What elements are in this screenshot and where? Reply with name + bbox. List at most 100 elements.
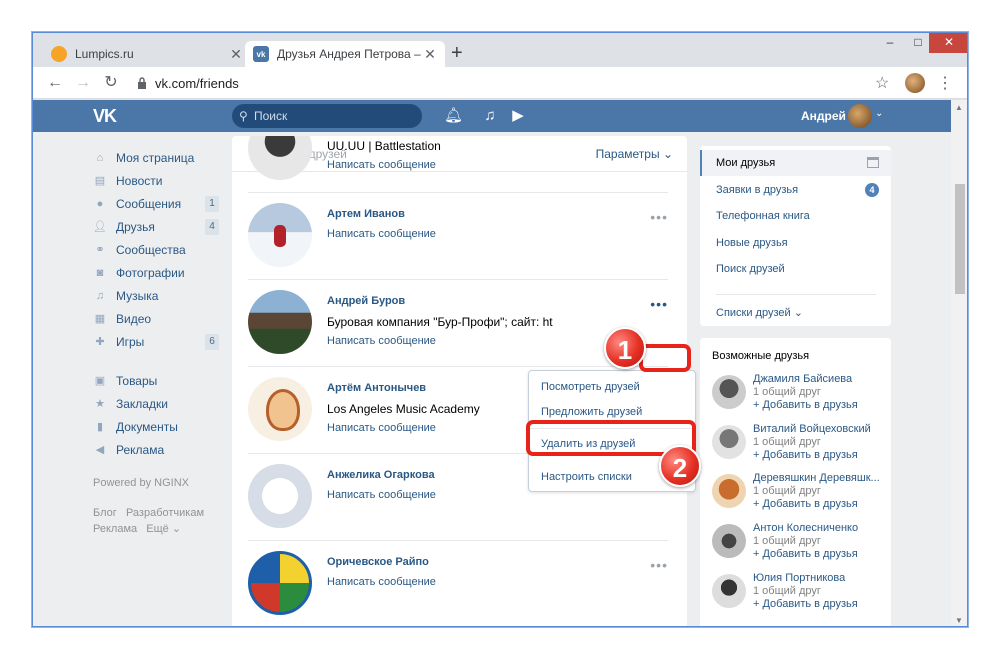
person-name[interactable]: Деревяшкин Деревяшк... [753, 472, 888, 484]
friend-name[interactable]: Анжелика Огаркова [327, 469, 435, 481]
forward-arrow-icon[interactable]: → [73, 73, 93, 93]
sidebar-item-messages[interactable]: ● Сообщения 1 [93, 192, 223, 215]
count-badge: 4 [865, 183, 879, 197]
music-icon: ♫ [95, 289, 105, 302]
sidebar-item-goods[interactable]: ▣ Товары [93, 369, 223, 392]
bag-icon: ▣ [94, 374, 106, 387]
avatar[interactable] [248, 290, 312, 354]
write-message-link[interactable]: Написать сообщение [327, 422, 436, 434]
chevron-down-icon[interactable]: ⌄ [875, 108, 883, 119]
write-message-link[interactable]: Написать сообщение [327, 228, 436, 240]
scrollbar-thumb[interactable] [955, 184, 965, 294]
avatar[interactable] [712, 375, 746, 409]
minimize-button[interactable]: – [875, 33, 905, 53]
avatar[interactable] [712, 574, 746, 608]
close-window-button[interactable]: ✕ [929, 33, 967, 53]
sidebar-item-video[interactable]: ▦ Видео [93, 307, 223, 330]
sidebar-item-friends[interactable]: 👤︎ Друзья 4 [93, 215, 223, 238]
menu-new-friends[interactable]: Новые друзья [700, 230, 891, 256]
sidebar-item-photos[interactable]: ◙ Фотографии [93, 261, 223, 284]
add-friend-link[interactable]: + Добавить в друзья [753, 498, 858, 510]
common-friends: 1 общий друг [753, 386, 821, 398]
write-message-link[interactable]: Написать сообщение [327, 159, 436, 171]
vk-logo[interactable]: VK [93, 106, 117, 127]
possible-friends-title: Возможные друзья [712, 350, 810, 362]
music-icon[interactable]: ♫ [481, 107, 499, 125]
menu-friend-requests[interactable]: Заявки в друзья 4 [700, 177, 891, 203]
blog-link[interactable]: Блог [93, 507, 117, 519]
friend-status: Los Angeles Music Academy [327, 402, 480, 416]
avatar[interactable] [248, 136, 312, 180]
person-name[interactable]: Юлия Портникова [753, 572, 888, 584]
more-link[interactable]: Ещё [146, 523, 169, 535]
sidebar-item-bookmarks[interactable]: ★ Закладки [93, 392, 223, 415]
possible-friends: Возможные друзья Джамиля Байсиева 1 общи… [700, 338, 891, 626]
person-name[interactable]: Джамиля Байсиева [753, 373, 888, 385]
write-message-link[interactable]: Написать сообщение [327, 335, 436, 347]
write-message-link[interactable]: Написать сообщение [327, 489, 436, 501]
friend-name[interactable]: Артем Иванов [327, 208, 405, 220]
left-sidebar: ⌂ Моя страница ▤ Новости ● Сообщения 1 👤︎ Дру… [93, 146, 223, 537]
username[interactable]: Андрей [801, 109, 846, 123]
friend-status: UU.UU | Battlestation [327, 139, 441, 153]
add-friend-link[interactable]: + Добавить в друзья [753, 399, 858, 411]
person-name[interactable]: Виталий Войцеховский [753, 423, 888, 435]
sidebar-item-my-page[interactable]: ⌂ Моя страница [93, 146, 223, 169]
avatar[interactable] [712, 524, 746, 558]
avatar[interactable] [248, 377, 312, 441]
avatar[interactable] [712, 425, 746, 459]
sidebar-item-music[interactable]: ♫ Музыка [93, 284, 223, 307]
add-friend-link[interactable]: + Добавить в друзья [753, 548, 858, 560]
address-bar[interactable]: vk.com/friends [155, 76, 239, 91]
developers-link[interactable]: Разработчикам [126, 507, 204, 519]
menu-phone-book[interactable]: Телефонная книга [700, 203, 891, 229]
avatar[interactable] [248, 464, 312, 528]
document-icon: ▮ [96, 420, 104, 433]
bell-icon[interactable]: 🔔︎ [444, 107, 463, 125]
sidebar-item-ads[interactable]: ◀ Реклама [93, 438, 223, 461]
avatar[interactable] [248, 551, 312, 615]
calendar-icon[interactable] [867, 157, 879, 168]
scroll-down-icon[interactable]: ▼ [955, 616, 963, 625]
browser-menu-icon[interactable]: ⋮ [937, 73, 953, 93]
scroll-up-icon[interactable]: ▲ [955, 103, 963, 112]
add-friend-link[interactable]: + Добавить в друзья [753, 449, 858, 461]
sidebar-item-games[interactable]: ✚ Игры 6 [93, 330, 223, 353]
vk-search-input[interactable]: ⚲ Поиск [232, 104, 422, 128]
reload-icon[interactable]: ↻ [101, 73, 121, 93]
friend-status: Буровая компания "Бур-Профи"; сайт: ht [327, 315, 553, 329]
friend-name[interactable]: Оричевское Райпо [327, 556, 429, 568]
tab-lumpics[interactable]: Lumpics.ru ✕ [43, 41, 251, 67]
person-name[interactable]: Антон Колесниченко [753, 522, 888, 534]
bookmark-star-icon[interactable]: ☆ [875, 73, 889, 93]
new-tab-button[interactable]: + [451, 43, 463, 63]
close-tab-icon[interactable]: ✕ [423, 46, 437, 63]
add-friend-link[interactable]: + Добавить в друзья [753, 598, 858, 610]
avatar[interactable] [248, 203, 312, 267]
play-icon[interactable]: ▶ [509, 107, 527, 125]
sidebar-item-news[interactable]: ▤ Новости [93, 169, 223, 192]
sidebar-item-documents[interactable]: ▮ Документы [93, 415, 223, 438]
more-options-icon[interactable]: ••• [650, 557, 668, 573]
scrollbar[interactable]: ▲ ▼ [951, 100, 967, 626]
friend-lists-dropdown[interactable]: Списки друзей ⌄ [700, 300, 891, 326]
friend-name[interactable]: Андрей Буров [327, 295, 405, 307]
write-message-link[interactable]: Написать сообщение [327, 576, 436, 588]
avatar[interactable] [712, 474, 746, 508]
menu-my-friends[interactable]: Мои друзья [700, 150, 891, 176]
profile-avatar[interactable] [905, 73, 925, 93]
common-friends: 1 общий друг [753, 585, 821, 597]
home-icon: ⌂ [96, 151, 104, 164]
back-arrow-icon[interactable]: ← [45, 73, 65, 93]
ads-link[interactable]: Реклама [93, 523, 137, 535]
menu-find-friends[interactable]: Поиск друзей [700, 256, 891, 282]
close-tab-icon[interactable]: ✕ [229, 46, 243, 63]
avatar[interactable] [848, 104, 872, 128]
more-options-icon[interactable]: ••• [650, 296, 668, 312]
more-options-icon[interactable]: ••• [650, 209, 668, 225]
message-icon: ● [96, 197, 104, 210]
friend-name[interactable]: Артём Антонычев [327, 382, 426, 394]
tab-vk-friends[interactable]: vk Друзья Андрея Петрова – 22 др ✕ [245, 41, 445, 67]
view-friends-item[interactable]: Посмотреть друзей [529, 374, 697, 400]
sidebar-item-groups[interactable]: ⚭ Сообщества [93, 238, 223, 261]
